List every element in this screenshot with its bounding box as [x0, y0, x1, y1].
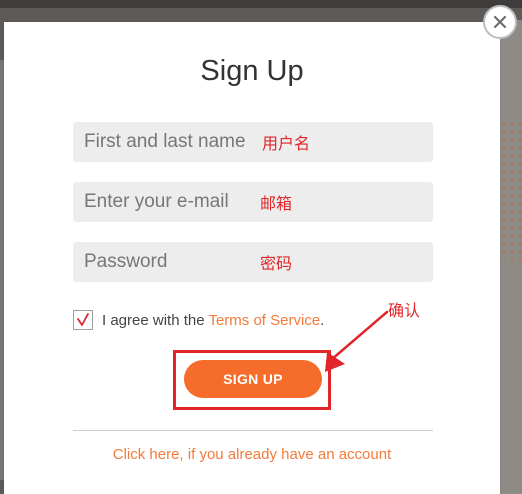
close-icon: [493, 15, 507, 29]
name-field-placeholder: First and last name: [84, 131, 246, 152]
email-annotation: 邮箱: [260, 194, 293, 213]
agree-text: I agree with the: [102, 312, 209, 329]
login-link[interactable]: Click here, if you already have an accou…: [0, 445, 504, 465]
close-button[interactable]: [483, 5, 517, 39]
email-field[interactable]: Enter your e-mail: [73, 182, 433, 222]
name-annotation: 用户名: [262, 134, 311, 153]
divider: [73, 430, 433, 431]
password-annotation: 密码: [260, 254, 293, 273]
terms-of-service-link[interactable]: Terms of Service: [208, 312, 320, 329]
signup-page: Sign Up First and last name 用户名 Enter yo…: [0, 0, 522, 494]
background-top-bar: [0, 0, 522, 8]
agree-row: I agree with the Terms of Service.: [102, 311, 324, 331]
modal-title: Sign Up: [200, 55, 304, 87]
agree-checkbox[interactable]: [73, 310, 93, 330]
password-field-placeholder: Password: [84, 251, 168, 272]
name-field[interactable]: First and last name: [73, 122, 433, 162]
background-dot-pattern: [500, 120, 522, 260]
email-field-placeholder: Enter your e-mail: [84, 191, 229, 212]
password-field[interactable]: Password: [73, 242, 433, 282]
checkmark-icon: [77, 313, 89, 326]
signup-annotation-box: [173, 350, 331, 410]
